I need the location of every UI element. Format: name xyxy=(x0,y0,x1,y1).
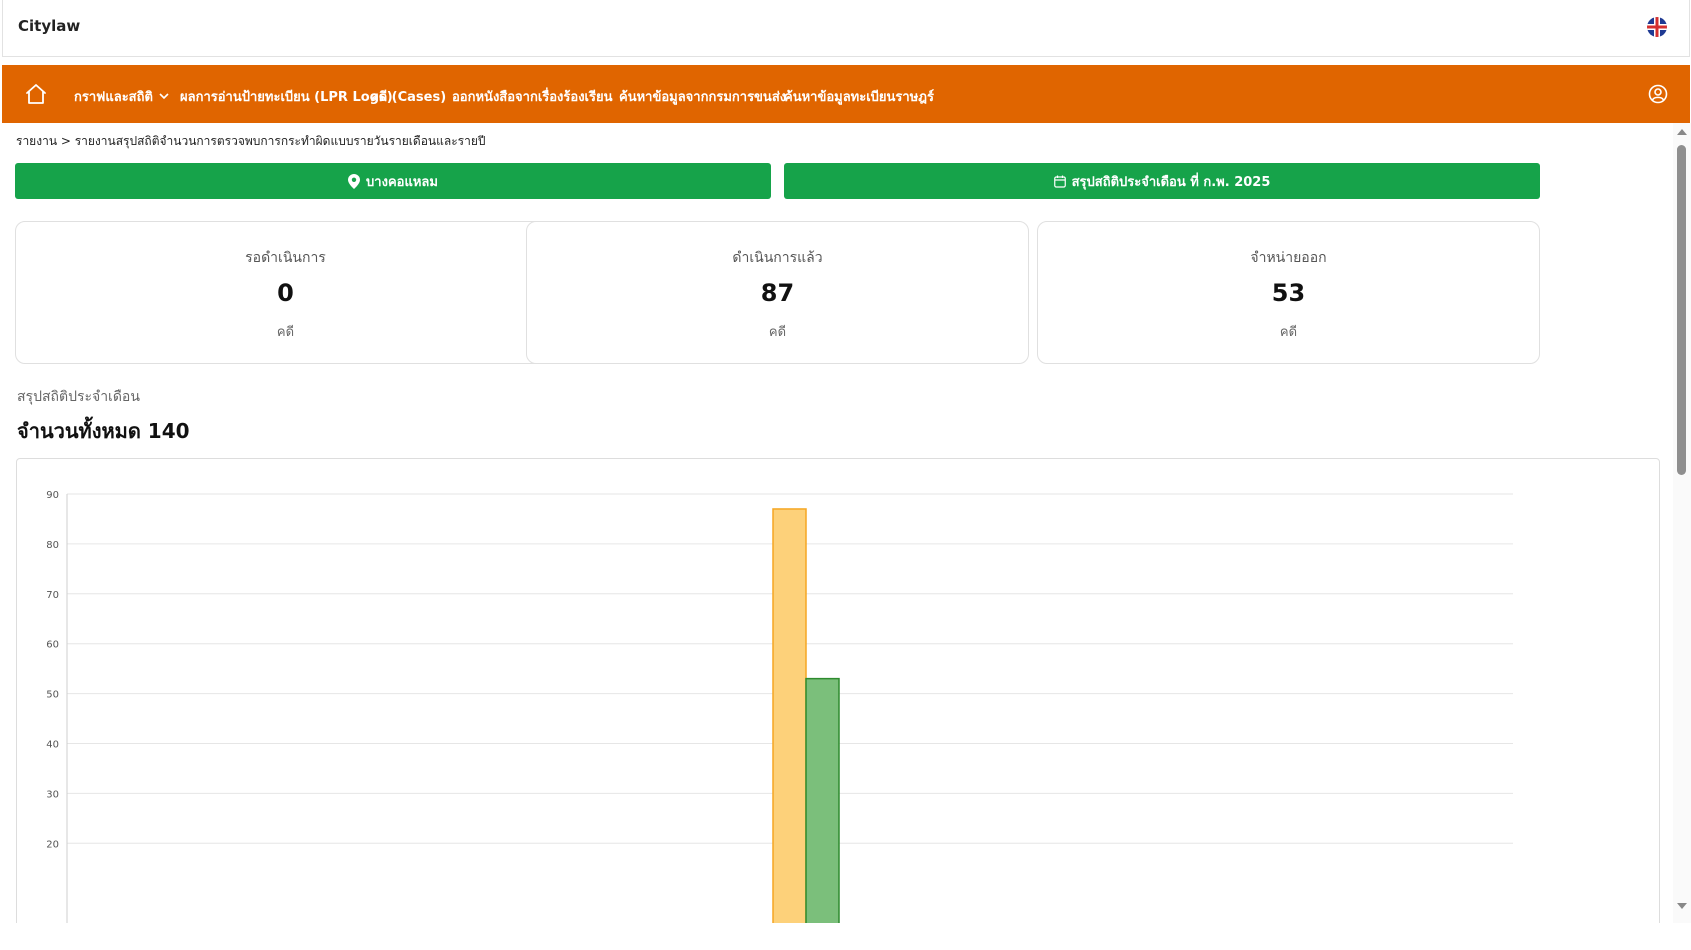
scroll-up-arrow[interactable] xyxy=(1677,129,1687,135)
main-navbar: กราฟและสถิติ ผลการอ่านป้ายทะเบียน (LPR L… xyxy=(2,65,1690,123)
nav-lpr-logs[interactable]: ผลการอ่านป้ายทะเบียน (LPR Logs) xyxy=(180,86,393,107)
stat-value: 0 xyxy=(277,279,294,307)
nav-cases[interactable]: คดี (Cases) xyxy=(370,86,446,107)
user-circle-icon[interactable] xyxy=(1648,84,1668,104)
bar-series-0-0[interactable] xyxy=(772,508,807,923)
stat-value: 53 xyxy=(1271,279,1306,307)
y-tick-label: 20 xyxy=(46,839,59,850)
period-filter-button[interactable]: สรุปสถิติประจำเดือน ที่ ก.พ. 2025 xyxy=(784,163,1540,199)
stat-label: ดำเนินการแล้ว xyxy=(732,250,823,266)
nav-complaint-letters[interactable]: ออกหนังสือจากเรื่องร้องเรียน xyxy=(452,86,612,107)
main-content: รายงาน > รายงานสรุปสถิติจำนวนการตรวจพบกา… xyxy=(2,123,1673,923)
stat-value: 87 xyxy=(760,279,795,307)
y-tick-label: 60 xyxy=(46,640,59,651)
y-tick-label: 30 xyxy=(46,789,59,800)
stat-unit: คดี xyxy=(768,325,787,340)
top-bar: Citylaw xyxy=(2,0,1690,57)
summary-total: จำนวนทั้งหมด 140 xyxy=(17,419,190,443)
nav-civil-registration-search[interactable]: ค้นหาข้อมูลทะเบียนราษฎร์ xyxy=(784,86,934,107)
vertical-scrollbar[interactable] xyxy=(1673,123,1691,923)
breadcrumb[interactable]: รายงาน > รายงานสรุปสถิติจำนวนการตรวจพบกา… xyxy=(16,132,485,151)
summary-subtitle: สรุปสถิติประจำเดือน xyxy=(17,389,140,405)
y-tick-label: 50 xyxy=(46,690,59,701)
map-pin-icon xyxy=(348,173,361,189)
stat-card-processed: ดำเนินการแล้ว 87 คดี xyxy=(526,221,1029,364)
nav-graphs-stats-label: กราฟและสถิติ xyxy=(74,90,153,105)
uk-flag-icon[interactable] xyxy=(1647,17,1667,37)
y-tick-label: 90 xyxy=(46,490,59,501)
monthly-bar-chart: 20 30 40 50 60 70 80 90 xyxy=(46,490,1513,923)
y-tick-label: 40 xyxy=(46,740,59,751)
scroll-thumb[interactable] xyxy=(1677,145,1686,475)
stat-label: รอดำเนินการ xyxy=(245,250,326,266)
chevron-down-icon xyxy=(159,93,169,100)
home-icon[interactable] xyxy=(24,83,48,105)
calendar-icon xyxy=(1053,175,1066,188)
stat-unit: คดี xyxy=(276,325,295,340)
nav-dlt-search[interactable]: ค้นหาข้อมูลจากกรมการขนส่ง xyxy=(619,86,786,107)
y-tick-label: 70 xyxy=(46,590,59,601)
nav-graphs-stats[interactable]: กราฟและสถิติ xyxy=(74,86,169,107)
stat-unit: คดี xyxy=(1279,325,1298,340)
stat-card-disposed: จำหน่ายออก 53 คดี xyxy=(1037,221,1540,364)
stat-card-pending: รอดำเนินการ 0 คดี xyxy=(15,221,556,364)
app-brand[interactable]: Citylaw xyxy=(18,17,80,35)
y-tick-label: 80 xyxy=(46,540,59,551)
period-filter-label: สรุปสถิติประจำเดือน ที่ ก.พ. 2025 xyxy=(1071,174,1271,190)
location-filter-label: บางคอแหลม xyxy=(366,174,438,190)
monthly-chart-card: 20 30 40 50 60 70 80 90 xyxy=(16,458,1660,923)
location-filter-button[interactable]: บางคอแหลม xyxy=(15,163,771,199)
stat-label: จำหน่ายออก xyxy=(1250,250,1327,266)
scroll-down-arrow[interactable] xyxy=(1677,903,1687,909)
bar-series-1-0[interactable] xyxy=(805,677,840,923)
